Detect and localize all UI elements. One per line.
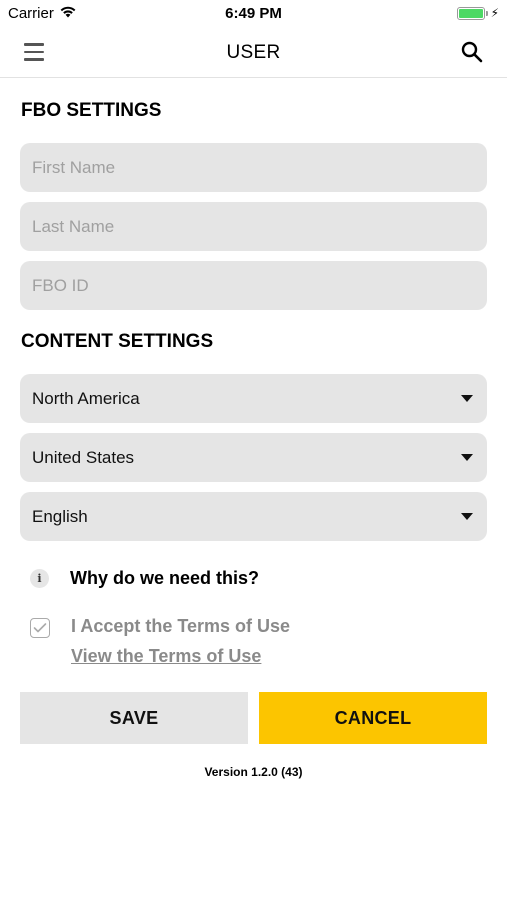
region-select[interactable]: North America [20, 374, 487, 423]
dropdown-arrow-icon [461, 395, 473, 402]
search-icon[interactable] [461, 41, 483, 63]
battery-indicator: ⚡ [456, 6, 499, 20]
language-select[interactable]: English [20, 492, 487, 541]
fbo-id-field[interactable] [20, 261, 487, 310]
region-select-value: North America [32, 388, 140, 408]
why-need-this-text: Why do we need this? [70, 568, 260, 588]
dropdown-arrow-icon [461, 454, 473, 461]
page-title: USER [226, 42, 281, 63]
terms-row: I Accept the Terms of Use View the Terms… [30, 616, 290, 667]
cancel-button[interactable]: CANCEL [259, 692, 487, 744]
language-select-value: English [32, 506, 88, 526]
save-button[interactable]: SAVE [20, 692, 248, 744]
navigation-bar: USER [0, 28, 507, 78]
accept-terms-label: I Accept the Terms of Use [71, 616, 291, 636]
version-label: Version 1.2.0 (43) [204, 765, 303, 779]
info-icon: i [30, 569, 49, 588]
status-bar: Carrier 6:49 PM ⚡ [0, 0, 507, 28]
checkmark-icon [33, 623, 47, 633]
country-select-value: United States [32, 447, 135, 467]
charging-bolt-icon: ⚡ [490, 6, 499, 20]
dropdown-arrow-icon [461, 513, 473, 520]
content-settings-heading: CONTENT SETTINGS [21, 331, 214, 352]
terms-text-block: I Accept the Terms of Use View the Terms… [71, 616, 290, 667]
battery-icon [456, 6, 485, 20]
view-terms-link[interactable]: View the Terms of Use [71, 646, 290, 667]
status-time: 6:49 PM [225, 5, 282, 22]
first-name-field[interactable] [20, 143, 487, 192]
fbo-settings-heading: FBO SETTINGS [21, 100, 162, 121]
accept-terms-checkbox[interactable] [30, 618, 50, 638]
country-select[interactable]: United States [20, 433, 487, 482]
why-need-this-row[interactable]: i Why do we need this? [30, 568, 259, 589]
last-name-field[interactable] [20, 202, 487, 251]
